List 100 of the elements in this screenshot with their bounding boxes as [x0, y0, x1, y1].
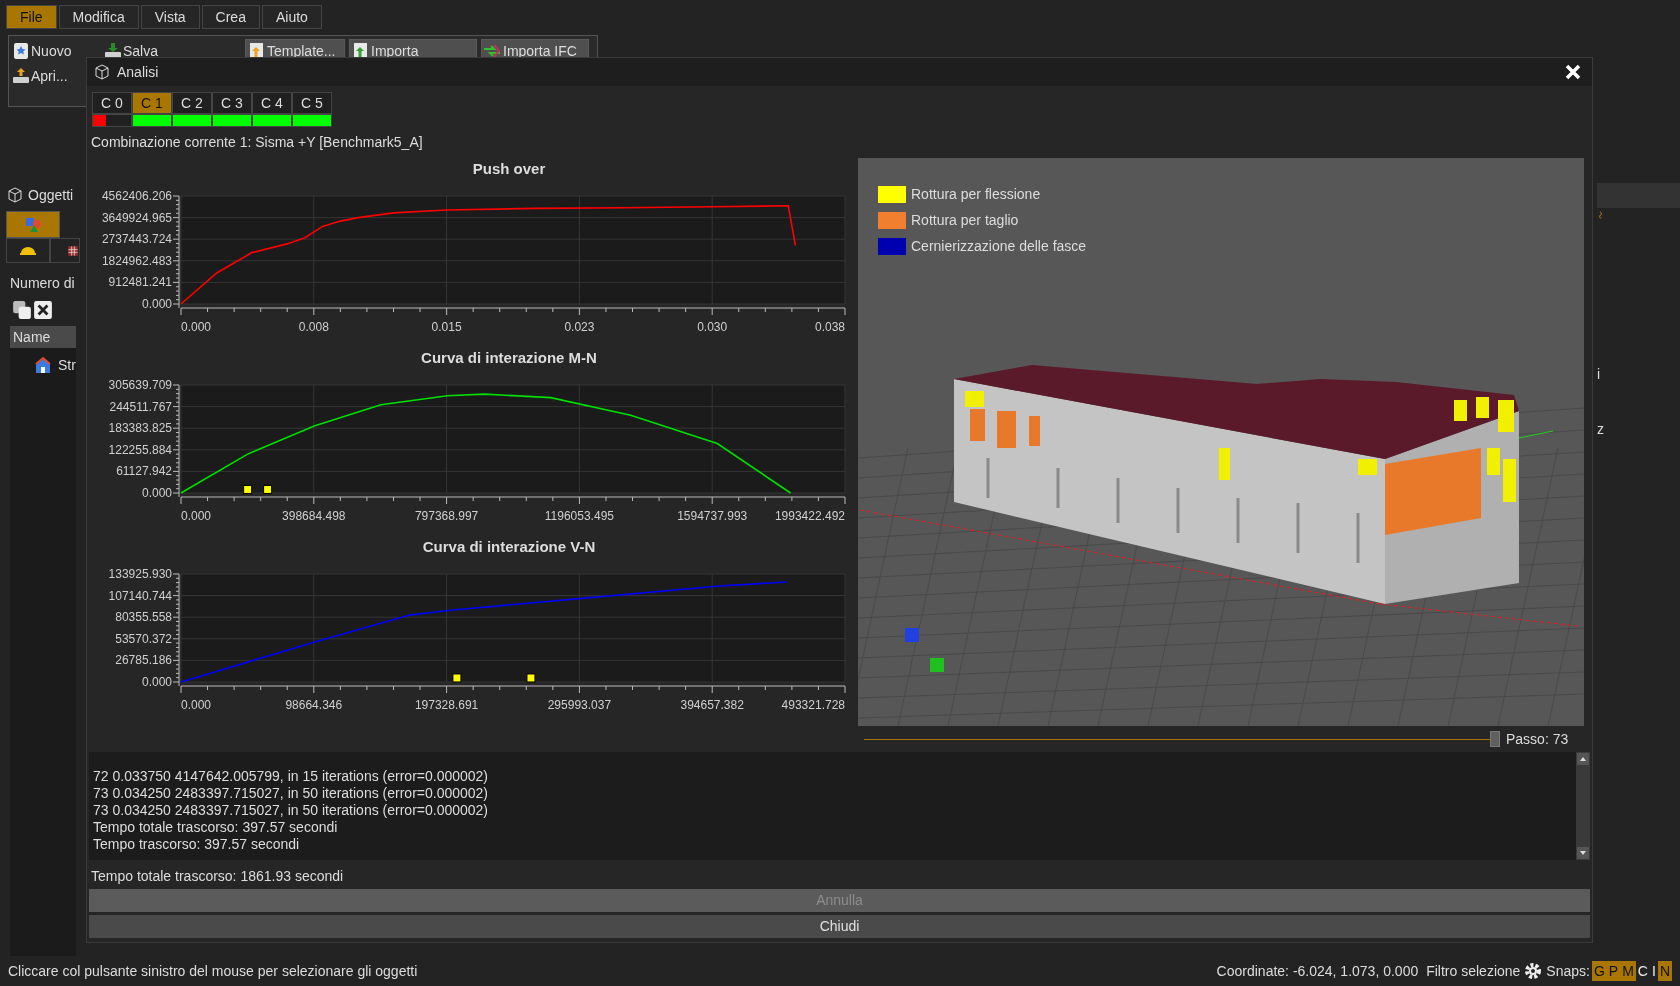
x-tick-label: 0.000 [181, 320, 212, 334]
close-icon[interactable] [1564, 63, 1582, 81]
step-slider[interactable] [864, 731, 1500, 747]
x-tick-label: 1993422.492 [774, 509, 845, 523]
snap-toggle[interactable]: I [1650, 961, 1658, 981]
y-tick-label: 107140.744 [108, 588, 172, 603]
x-tick-label: 0.038 [814, 320, 845, 334]
chart-title: Curva di interazione M-N [420, 348, 598, 368]
house-icon [34, 356, 52, 374]
x-tick-label: 1196053.495 [544, 509, 614, 523]
grid-tool-button[interactable] [50, 238, 80, 263]
log-line: Tempo totale trascorso: 397.57 secondi [93, 819, 339, 836]
x-tick-label: 197328.691 [414, 698, 479, 712]
combination-tab[interactable]: C 1 [132, 92, 172, 114]
y-tick-label: 244511.767 [109, 399, 172, 414]
y-tick-label: 133925.930 [108, 567, 172, 581]
y-tick-label: 0.000 [141, 297, 172, 311]
y-tick-label: 2737443.724 [101, 232, 172, 247]
x-tick-label: 98664.346 [285, 698, 343, 712]
shapes-icon [24, 215, 42, 234]
scroll-down-icon[interactable] [1577, 847, 1589, 859]
slider-thumb[interactable] [1490, 731, 1500, 747]
helmet-icon [19, 245, 37, 256]
current-combination: Combinazione corrente 1: Sisma +Y [Benchmark5_A] [91, 133, 424, 152]
exchange-arrows-icon [483, 42, 501, 60]
dialog-title: Analisi [117, 62, 159, 82]
menu-item[interactable]: File [6, 5, 57, 29]
menu-item[interactable]: Modifica [58, 5, 139, 29]
combination-tab[interactable]: C 5 [292, 92, 332, 114]
cube-icon [93, 63, 111, 81]
y-tick-label: 122255.884 [108, 442, 172, 457]
snaps-label: Snaps: [1546, 961, 1590, 981]
cube-icon [6, 186, 24, 204]
coordinates-readout: Coordinate: -6.024, 1.073, 0.000 [1216, 961, 1419, 981]
helmet-tool-button[interactable] [6, 238, 50, 263]
selection-filter-label: Filtro selezione [1426, 961, 1521, 981]
panel-title: Oggetti [28, 185, 74, 205]
label-fragment: z [1597, 420, 1605, 439]
log-line: 73 0.034250 2483397.715027, in 50 iterations (error=0.000002) [93, 802, 490, 819]
close-icon [33, 300, 53, 320]
data-point [452, 673, 462, 683]
x-tick-label: 398684.498 [282, 509, 346, 523]
dialog-button[interactable]: Chiudi [89, 915, 1590, 938]
x-tick-label: 0.008 [298, 320, 329, 334]
combination-tab[interactable]: C 4 [252, 92, 292, 114]
toolbar-button[interactable]: Apri... [12, 64, 92, 88]
data-point [263, 484, 273, 494]
y-tick-label: 3649924.965 [101, 210, 172, 225]
status-hint: Cliccare col pulsante sinistro del mouse per selezionare gli oggetti [8, 961, 418, 981]
settings-icon[interactable] [1524, 962, 1543, 980]
y-tick-label: 4562406.206 [101, 189, 172, 203]
y-tick-label: 26785.186 [115, 653, 172, 668]
label-fragment: i [1597, 365, 1602, 384]
upload-drive-icon [12, 67, 30, 85]
y-tick-label: 61127.942 [116, 464, 172, 479]
count-label: Numero di [9, 274, 76, 293]
y-tick-label: 912481.241 [108, 275, 172, 290]
x-tick-label: 0.023 [564, 320, 595, 334]
snap-toggle[interactable]: C [1635, 961, 1650, 981]
snap-toggle[interactable]: N [1657, 961, 1672, 981]
menu-item[interactable]: Crea [201, 5, 260, 29]
log-line: 72 0.033750 4147642.005799, in 15 iterations (error=0.000002) [93, 768, 490, 785]
column-header[interactable]: Name [10, 326, 76, 348]
star-document-icon [12, 42, 30, 60]
y-tick-label: 53570.372 [115, 631, 172, 646]
x-tick-label: 797368.997 [414, 509, 479, 523]
y-tick-label: 305639.709 [108, 378, 172, 392]
model-viewport[interactable]: Rottura per flessione Rottura per taglio Cernierizzazione delle fasce [858, 158, 1584, 726]
menu-item[interactable]: Aiuto [261, 5, 322, 29]
x-tick-label: 394657.382 [680, 698, 744, 712]
x-tick-label: 0.000 [181, 698, 212, 712]
log-line: Tempo trascorso: 397.57 secondi [93, 836, 301, 853]
legend-label: Rottura per taglio [911, 211, 1019, 230]
y-tick-label: 0.000 [141, 486, 172, 500]
copy-icon [12, 300, 32, 320]
y-tick-label: 0.000 [141, 675, 172, 689]
snap-toggle[interactable]: G [1591, 961, 1607, 981]
data-point [243, 484, 253, 494]
x-tick-label: 0.030 [697, 320, 728, 334]
tree-item[interactable]: Str [10, 352, 76, 378]
data-point [526, 673, 536, 683]
x-tick-label: 493321.728 [781, 698, 845, 712]
step-label: Passo: 73 [1506, 729, 1569, 749]
y-tick-label: 1824962.483 [101, 253, 172, 268]
scroll-up-icon[interactable] [1577, 753, 1589, 765]
combination-tab[interactable]: C 3 [212, 92, 252, 114]
combination-tab[interactable]: C 0 [92, 92, 132, 114]
x-tick-label: 295993.037 [547, 698, 612, 712]
snap-toggle[interactable]: M [1620, 961, 1636, 981]
log-line: 73 0.034250 2483397.715027, in 50 iterations (error=0.000002) [93, 785, 490, 802]
y-tick-label: 80355.558 [115, 610, 172, 625]
legend-label: Cernierizzazione delle fasce [911, 237, 1087, 256]
chart-title: Curva di interazione V-N [421, 537, 597, 557]
menu-item[interactable]: Vista [140, 5, 200, 29]
scrollbar[interactable] [1576, 752, 1590, 860]
total-time: Tempo totale trascorso: 1861.93 secondi [90, 867, 345, 886]
chart-title: Push over [471, 159, 547, 179]
combination-tab[interactable]: C 2 [172, 92, 212, 114]
x-tick-label: 0.015 [431, 320, 462, 334]
x-tick-label: 1594737.993 [677, 509, 748, 523]
